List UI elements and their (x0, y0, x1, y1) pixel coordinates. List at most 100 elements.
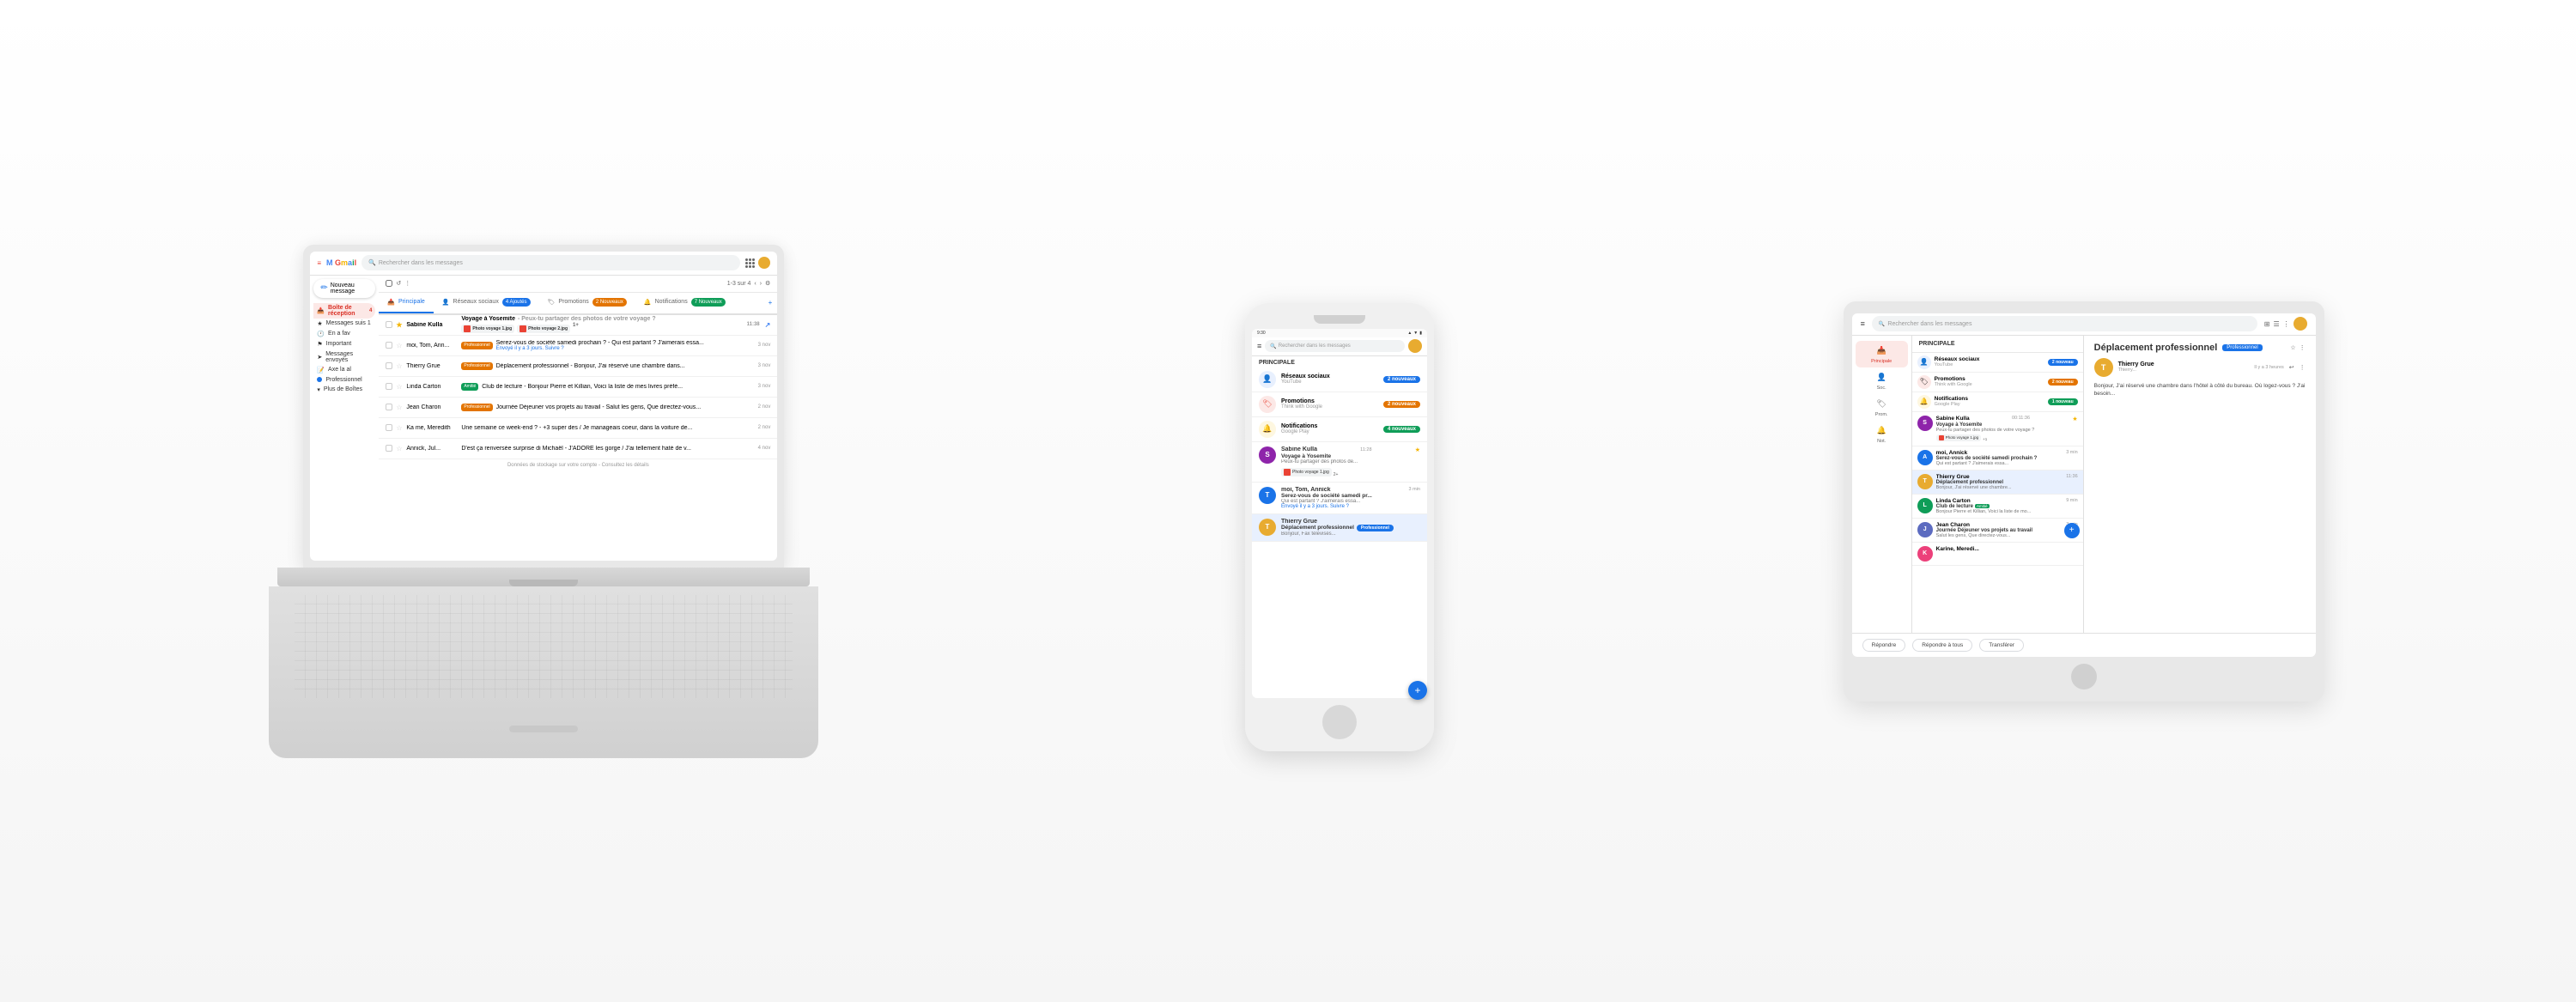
tablet-email-sabine[interactable]: S Sabine Kulla 00:11:36 ★ Voyage à Yosem… (1912, 412, 2083, 446)
tablet-detail-star[interactable]: ☆ (2290, 344, 2295, 351)
tab-notifications[interactable]: 🔔 Notifications 7 Nouveaux (635, 293, 734, 313)
phone-email-sabine[interactable]: S Sabine Kulla 11:28 ★ Voyage à Yosemite… (1252, 442, 1427, 483)
star-icon[interactable]: ☆ (396, 445, 403, 452)
phone-category-promotions[interactable]: 🏷 Promotions Think with Google 2 nouveau… (1252, 392, 1427, 417)
tablet-sidebar-notif[interactable]: 🔔 Not. (1856, 421, 1908, 447)
star-icon[interactable]: ☆ (396, 342, 403, 349)
tablet-cat-notif[interactable]: 🔔 Notifications Google Play 1 nouveau (1912, 392, 2083, 412)
sidebar-item-starred[interactable]: ★ Messages suis 1 (313, 319, 375, 329)
tab-principale[interactable]: 📥 Principale (379, 293, 433, 313)
tablet-email-karine[interactable]: K Karine, Meredi... (1912, 543, 2083, 566)
settings-icon[interactable]: ⚙ (765, 280, 770, 287)
add-tab-icon[interactable]: + (763, 299, 778, 307)
tablet-detail-sender-row: T Thierry Grue Thierry... Il y a 3 heure… (2094, 358, 2306, 377)
email-checkbox[interactable] (386, 424, 392, 431)
fab-compose[interactable]: + (1408, 681, 1427, 698)
tablet-sender-jean: Jean Charon (1936, 522, 1970, 528)
user-avatar[interactable] (758, 257, 770, 269)
table-row[interactable]: ☆ Ka me, Meredith Une semaine ce week-en… (379, 418, 777, 439)
tablet-email-thierry[interactable]: T Thierry Grue 11:36 Déplacement profess… (1912, 471, 2083, 495)
phone-email-tom[interactable]: T moi, Tom, Annick 3 min Serez-vous de s… (1252, 483, 1427, 514)
phone-avatar[interactable] (1408, 339, 1422, 353)
table-row[interactable]: ☆ moi, Tom, Ann... Professionnel Serez-v… (379, 336, 777, 356)
phone-category-reseaux[interactable]: 👤 Réseaux sociaux YouTube 2 nouveaux (1252, 367, 1427, 392)
sidebar-item-sent[interactable]: ➤ Messages envoyés (313, 349, 375, 365)
email-checkbox[interactable] (386, 342, 392, 349)
email-sender: Annick, Jul... (406, 446, 458, 452)
sidebar-inbox-label: Boîte de réception (328, 305, 366, 317)
tablet-fab-jean[interactable]: + (2064, 523, 2080, 538)
email-checkbox[interactable] (386, 445, 392, 452)
table-row[interactable]: ☆ Thierry Grue Professionnel Déplacement… (379, 356, 777, 377)
tablet-att-count: +1 (1983, 437, 1987, 441)
apps-icon[interactable] (745, 258, 755, 268)
tab-reseaux[interactable]: 👤 Réseaux sociaux 4 Ajoutés (434, 293, 539, 313)
table-row[interactable]: ☆ Annick, Jul... D'est ça renversée surp… (379, 439, 777, 459)
tablet-menu-icon[interactable]: ≡ (1861, 319, 1865, 328)
phone-status-icons: ▲ ▼ ▮ (1407, 331, 1422, 336)
tablet-email-annick[interactable]: A moi, Annick 3 min Serez-vous de sociét… (1912, 446, 2083, 471)
sidebar-item-important[interactable]: ⚑ Important (313, 339, 375, 349)
tablet-detail-reply-icon[interactable]: ↩ (2289, 364, 2294, 371)
email-checkbox[interactable] (386, 404, 392, 410)
table-row[interactable]: ★ Sabine Kulla Voyage à Yosemite - Peux-… (379, 315, 777, 336)
tablet-sidebar-promo[interactable]: 🏷 Prom. (1856, 394, 1908, 421)
star-icon[interactable]: ★ (396, 321, 403, 328)
tablet-notif-icon: 🔔 (1917, 395, 1931, 409)
tablet-cat-notif-name: Notifications (1935, 396, 2044, 402)
tablet-detail-more[interactable]: ⋮ (2300, 344, 2306, 351)
sidebar-item-labels[interactable]: Professionnel (313, 375, 375, 385)
sidebar-item-inbox[interactable]: 📥 Boîte de réception 4 (313, 303, 375, 319)
phone-search-bar[interactable]: 🔍 Rechercher dans les messages (1265, 340, 1405, 352)
tablet-sidebar-social[interactable]: 👤 Soc. (1856, 367, 1908, 394)
email-checkbox[interactable] (386, 362, 392, 369)
tablet-sender-annick: moi, Annick (1936, 450, 1968, 456)
email-action-icon[interactable]: ↗ (765, 321, 771, 329)
tablet-star-sabine[interactable]: ★ (2072, 416, 2077, 422)
next-page-icon[interactable]: › (760, 281, 762, 287)
refresh-icon[interactable]: ↺ (396, 280, 401, 287)
table-row[interactable]: ☆ Jean Charon Professionnel Journée Déje… (379, 398, 777, 418)
sidebar-item-snoozed[interactable]: 🕐 En a fav (313, 329, 375, 339)
tablet-detail-more-icon[interactable]: ⋮ (2300, 364, 2306, 371)
search-input[interactable]: 🔍 Rechercher dans les messages (361, 255, 740, 270)
phone-email-thierry[interactable]: T Thierry Grue Déplacement professionnel… (1252, 514, 1427, 542)
tablet-search-bar[interactable]: 🔍 Rechercher dans les messages (1872, 316, 2257, 331)
trackpad[interactable] (509, 726, 578, 732)
tablet-list-icon[interactable]: ☰ (2273, 320, 2279, 328)
tablet-sidebar-inbox[interactable]: 📥 Principale (1856, 341, 1908, 367)
select-all-checkbox[interactable] (386, 280, 392, 287)
tablet-email-jean[interactable]: J Jean Charon 3 min Journée Déjeuner vos… (1912, 519, 2083, 543)
hamburger-icon[interactable]: ≡ (317, 259, 321, 267)
forward-button[interactable]: Transférer (1979, 639, 2024, 652)
sidebar-item-drafts[interactable]: 📝 Axe la al (313, 365, 375, 375)
prev-page-icon[interactable]: ‹ (754, 281, 756, 287)
star-sabine[interactable]: ★ (1415, 446, 1420, 453)
laptop-gmail-header: ≡ M Gmail 🔍 Rechercher dans les messages (310, 252, 777, 276)
star-icon[interactable]: ☆ (396, 383, 403, 390)
tablet-grid-icon[interactable]: ⊞ (2264, 320, 2270, 328)
star-icon[interactable]: ☆ (396, 404, 403, 410)
email-checkbox[interactable] (386, 383, 392, 390)
tablet-email-linda[interactable]: L Linda Carton 9 min Club de lecture Ami… (1912, 495, 2083, 519)
more-options-icon[interactable]: ⋮ (404, 280, 410, 287)
phone-followup-tom[interactable]: Envoyé il y a 3 jours. Suivre ? (1281, 504, 1420, 509)
tablet-cat-reseaux[interactable]: 👤 Réseaux sociaux YouTube 2 nouveau (1912, 353, 2083, 373)
tablet-more-icon[interactable]: ⋮ (2283, 320, 2290, 328)
phone-menu-icon[interactable]: ≡ (1257, 342, 1261, 350)
phone-category-notifications[interactable]: 🔔 Notifications Google Play 4 nouveaux (1252, 417, 1427, 442)
reply-button[interactable]: Répondre (1862, 639, 1906, 652)
tablet-home-button[interactable] (2071, 664, 2097, 689)
email-time: 11:38 (747, 322, 760, 327)
email-checkbox[interactable] (386, 321, 392, 328)
table-row[interactable]: ☆ Linda Carton Amitié Club de lecture - … (379, 377, 777, 398)
tab-promotions[interactable]: 🏷 Promotions 2 Nouveaux (539, 293, 635, 313)
sidebar-item-more[interactable]: ▾ Plus de Boîtes (313, 385, 375, 395)
phone-home-button[interactable] (1322, 705, 1357, 739)
tablet-cat-promotions[interactable]: 🏷 Promotions Think with Google 2 nouveau (1912, 373, 2083, 392)
compose-button[interactable]: ✏ Nouveau message (313, 279, 375, 298)
star-icon[interactable]: ☆ (396, 362, 403, 369)
tablet-avatar[interactable] (2293, 317, 2307, 331)
reply-all-button[interactable]: Répondre à tous (1912, 639, 1972, 652)
star-icon[interactable]: ☆ (396, 424, 403, 431)
